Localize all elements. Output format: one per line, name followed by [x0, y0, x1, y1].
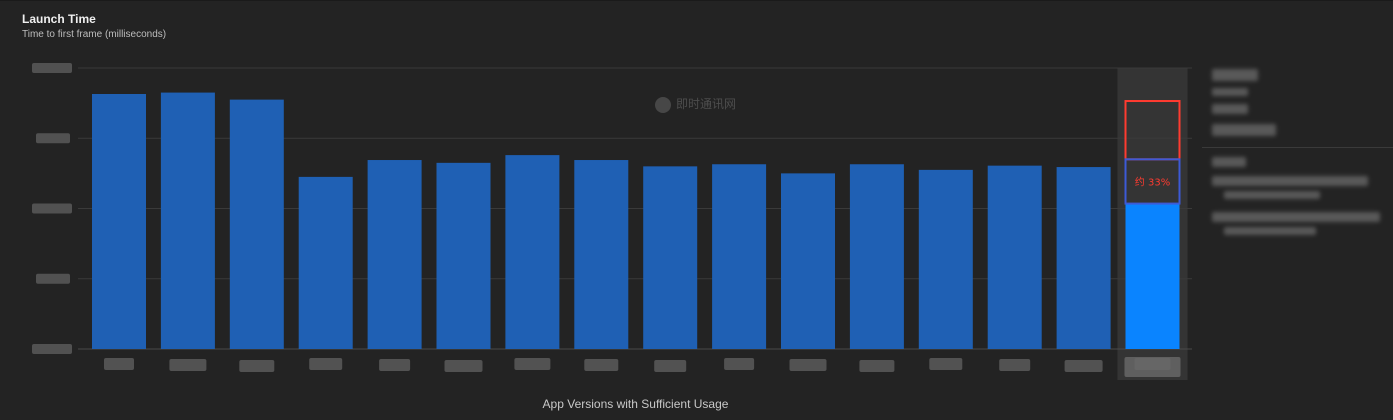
side-info-blurred-text [1224, 227, 1316, 235]
bar [781, 173, 835, 349]
y-tick-label-obscured [36, 133, 70, 144]
x-tick-label-obscured [444, 360, 483, 372]
y-tick-label-obscured [32, 63, 72, 73]
x-tick-label-obscured [514, 358, 551, 370]
bar [298, 176, 353, 349]
watermark-logo-icon [655, 97, 671, 113]
bar [160, 92, 215, 350]
bar [436, 162, 491, 349]
bar [849, 164, 904, 349]
side-info-blurred-text [1212, 88, 1248, 96]
x-tick-label-obscured [169, 359, 207, 371]
side-info-blurred-text [1212, 69, 1258, 81]
x-tick-label-obscured [929, 358, 963, 370]
bar [987, 165, 1042, 349]
side-info-blurred-text [1212, 157, 1246, 167]
bar [229, 99, 284, 349]
side-info-blurred-text [1212, 176, 1368, 186]
annotation-percent-label: 约 33% [1135, 175, 1170, 188]
bar [1056, 167, 1111, 349]
x-tick-label-obscured [724, 358, 755, 370]
x-tick-label-obscured [309, 358, 343, 370]
y-tick-label-obscured [36, 273, 70, 284]
x-tick-label-obscured [104, 358, 134, 370]
bar [505, 155, 560, 349]
bar [643, 166, 698, 349]
bar [367, 160, 422, 349]
side-info-blurred-text [1212, 212, 1380, 222]
x-tick-label-obscured [789, 359, 827, 371]
y-tick-label-obscured [32, 203, 72, 214]
x-tick-label-obscured [379, 359, 411, 371]
x-tick-label-obscured [999, 359, 1031, 371]
x-tick-label-obscured [859, 360, 895, 372]
bar-chart: 约 33% [32, 63, 1192, 380]
x-tick-label-obscured [1064, 360, 1103, 372]
side-info-panel [1196, 61, 1393, 261]
watermark-text: 即时通讯网 [676, 97, 737, 111]
watermark: 即时通讯网 [655, 94, 745, 116]
bar [574, 160, 629, 349]
x-tick-label-obscured-current [1124, 357, 1181, 377]
bar [92, 93, 146, 350]
side-info-blurred-text [1212, 104, 1248, 114]
side-info-divider [1202, 147, 1393, 148]
bar-current-version [1125, 203, 1180, 349]
x-tick-label-obscured [584, 359, 619, 371]
side-info-blurred-text [1212, 124, 1276, 136]
y-tick-label-obscured [32, 344, 72, 354]
x-axis-title: App Versions with Sufficient Usage [542, 397, 729, 411]
x-tick-label-obscured [239, 360, 275, 372]
bar [712, 164, 767, 349]
x-tick-label-obscured [654, 360, 687, 372]
bar [918, 169, 973, 349]
side-info-blurred-text [1224, 191, 1320, 199]
launch-time-panel: Launch Time Time to first frame (millise… [0, 0, 1393, 420]
